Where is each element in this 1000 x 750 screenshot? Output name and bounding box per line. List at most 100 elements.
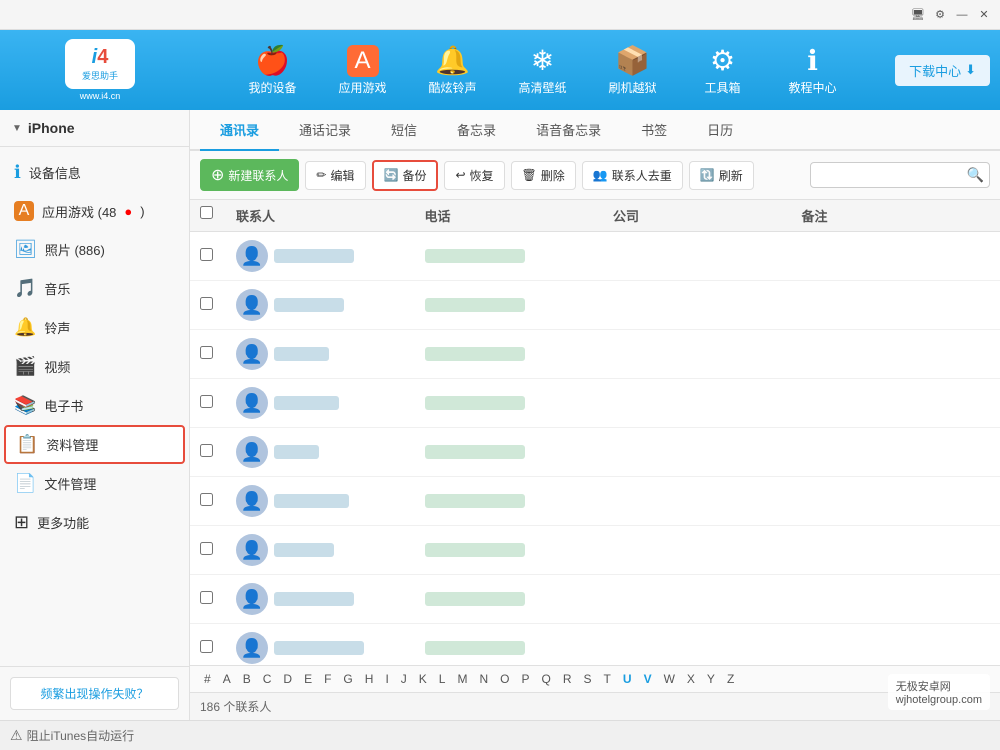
tab-call-log[interactable]: 通话记录 — [279, 110, 371, 151]
logo-website: www.i4.cn — [80, 91, 121, 101]
nav-wallpaper[interactable]: ❄ 高清壁纸 — [498, 35, 588, 105]
close-icon[interactable]: ✕ — [976, 7, 992, 23]
tab-sms[interactable]: 短信 — [371, 110, 437, 151]
alpha-r[interactable]: R — [559, 670, 576, 688]
table-row[interactable]: 👤 — [190, 379, 1000, 428]
contact-phone — [425, 592, 614, 607]
more-icon: ⊞ — [14, 512, 29, 533]
tab-memo[interactable]: 备忘录 — [437, 110, 516, 151]
table-row[interactable]: 👤 — [190, 477, 1000, 526]
row-checkbox — [200, 395, 236, 411]
nav-tutorial[interactable]: ℹ 教程中心 — [768, 35, 858, 105]
nav-my-device[interactable]: 🍎 我的设备 — [228, 35, 318, 105]
alpha-k[interactable]: K — [415, 670, 431, 688]
contact-cell: 👤 — [236, 240, 425, 272]
avatar: 👤 — [236, 583, 268, 615]
sidebar-item-more[interactable]: ⊞ 更多功能 — [0, 503, 189, 542]
restore-button[interactable]: ↩ 恢复 — [444, 161, 504, 190]
sidebar-item-photos[interactable]: 🖼 照片 (886) — [0, 230, 189, 269]
alpha-l[interactable]: L — [435, 670, 450, 688]
tab-calendar[interactable]: 日历 — [687, 110, 753, 151]
table-row[interactable]: 👤 — [190, 330, 1000, 379]
tab-bookmark[interactable]: 书签 — [621, 110, 687, 151]
delete-icon: 🗑 — [522, 168, 537, 182]
alpha-f[interactable]: F — [320, 670, 335, 688]
edit-button[interactable]: ✏ 编辑 — [305, 161, 365, 190]
table-row[interactable]: 👤 — [190, 281, 1000, 330]
refresh-button[interactable]: 🔃 刷新 — [689, 161, 754, 190]
backup-label: 备份 — [402, 167, 426, 184]
sidebar-item-data-manage[interactable]: 📋 资料管理 — [4, 425, 185, 464]
alpha-m[interactable]: M — [453, 670, 471, 688]
sidebar-item-video[interactable]: 🎬 视频 — [0, 347, 189, 386]
col-note: 备注 — [802, 206, 991, 225]
contact-name — [274, 396, 339, 410]
alpha-q[interactable]: Q — [538, 670, 555, 688]
tab-voice-memo[interactable]: 语音备忘录 — [516, 110, 621, 151]
freq-issues-button[interactable]: 频繁出现操作失败？ — [10, 677, 179, 710]
alpha-u[interactable]: U — [619, 670, 636, 688]
contact-cell: 👤 — [236, 632, 425, 664]
tab-contacts[interactable]: 通讯录 — [200, 110, 279, 151]
search-input[interactable] — [810, 162, 990, 188]
avatar: 👤 — [236, 338, 268, 370]
new-contact-button[interactable]: ⊕ 新建联系人 — [200, 159, 299, 191]
download-button[interactable]: 下载中心 ⬇ — [895, 55, 990, 86]
status-bar: 186 个联系人 — [190, 692, 1000, 720]
sidebar-item-ringtone[interactable]: 🔔 铃声 — [0, 308, 189, 347]
alpha-d[interactable]: D — [279, 670, 296, 688]
nav-apps[interactable]: A 应用游戏 — [318, 35, 408, 105]
table-row[interactable]: 👤 — [190, 526, 1000, 575]
avatar: 👤 — [236, 534, 268, 566]
avatar: 👤 — [236, 387, 268, 419]
alpha-n[interactable]: N — [475, 670, 492, 688]
row-checkbox — [200, 640, 236, 656]
alpha-s[interactable]: S — [580, 670, 596, 688]
alpha-o[interactable]: O — [496, 670, 513, 688]
sidebar-item-apps[interactable]: A 应用游戏 (48●) — [0, 192, 189, 230]
contact-cell: 👤 — [236, 289, 425, 321]
alpha-y[interactable]: Y — [703, 670, 719, 688]
table-row[interactable]: 👤 — [190, 232, 1000, 281]
alpha-z[interactable]: Z — [723, 670, 738, 688]
alpha-a[interactable]: A — [219, 670, 235, 688]
nav-jailbreak[interactable]: 📦 刷机越狱 — [588, 35, 678, 105]
alpha-j[interactable]: J — [397, 670, 411, 688]
alpha-g[interactable]: G — [339, 670, 356, 688]
merge-button[interactable]: 👥 联系人去重 — [582, 161, 683, 190]
alpha-hash[interactable]: # — [200, 670, 215, 688]
search-icon[interactable]: 🔍 — [967, 167, 984, 184]
alpha-x[interactable]: X — [683, 670, 699, 688]
table-row[interactable]: 👤 — [190, 624, 1000, 665]
sidebar-item-device-info[interactable]: ℹ 设备信息 — [0, 153, 189, 192]
minimize-icon[interactable]: — — [954, 7, 970, 23]
sidebar-item-ebook[interactable]: 📚 电子书 — [0, 386, 189, 425]
watermark-line2: wjhotelgroup.com — [896, 694, 982, 706]
restore-icon: ↩ — [455, 168, 465, 182]
gear-icon: ⚙ — [710, 44, 735, 77]
monitor-icon[interactable]: 🖥 — [910, 7, 926, 23]
delete-label: 删除 — [541, 167, 565, 184]
settings-icon[interactable]: ⚙ — [932, 7, 948, 23]
alpha-v[interactable]: V — [640, 670, 656, 688]
logo-i4: i4 — [92, 46, 109, 69]
select-all-checkbox[interactable] — [200, 206, 213, 219]
alpha-c[interactable]: C — [259, 670, 276, 688]
nav-ringtones[interactable]: 🔔 酷炫铃声 — [408, 35, 498, 105]
nav-tools[interactable]: ⚙ 工具箱 — [678, 35, 768, 105]
alpha-p[interactable]: P — [518, 670, 534, 688]
table-row[interactable]: 👤 — [190, 428, 1000, 477]
alpha-b[interactable]: B — [239, 670, 255, 688]
table-row[interactable]: 👤 — [190, 575, 1000, 624]
col-company: 公司 — [613, 206, 802, 225]
delete-button[interactable]: 🗑 删除 — [511, 161, 576, 190]
sidebar-item-file-manage[interactable]: 📄 文件管理 — [0, 464, 189, 503]
backup-button[interactable]: 🔄 备份 — [372, 160, 439, 191]
alpha-w[interactable]: W — [660, 670, 679, 688]
alpha-t[interactable]: T — [600, 670, 615, 688]
alpha-i[interactable]: I — [381, 670, 392, 688]
alpha-e[interactable]: E — [300, 670, 316, 688]
alpha-h[interactable]: H — [361, 670, 378, 688]
video-icon: 🎬 — [14, 356, 36, 377]
sidebar-item-music[interactable]: 🎵 音乐 — [0, 269, 189, 308]
